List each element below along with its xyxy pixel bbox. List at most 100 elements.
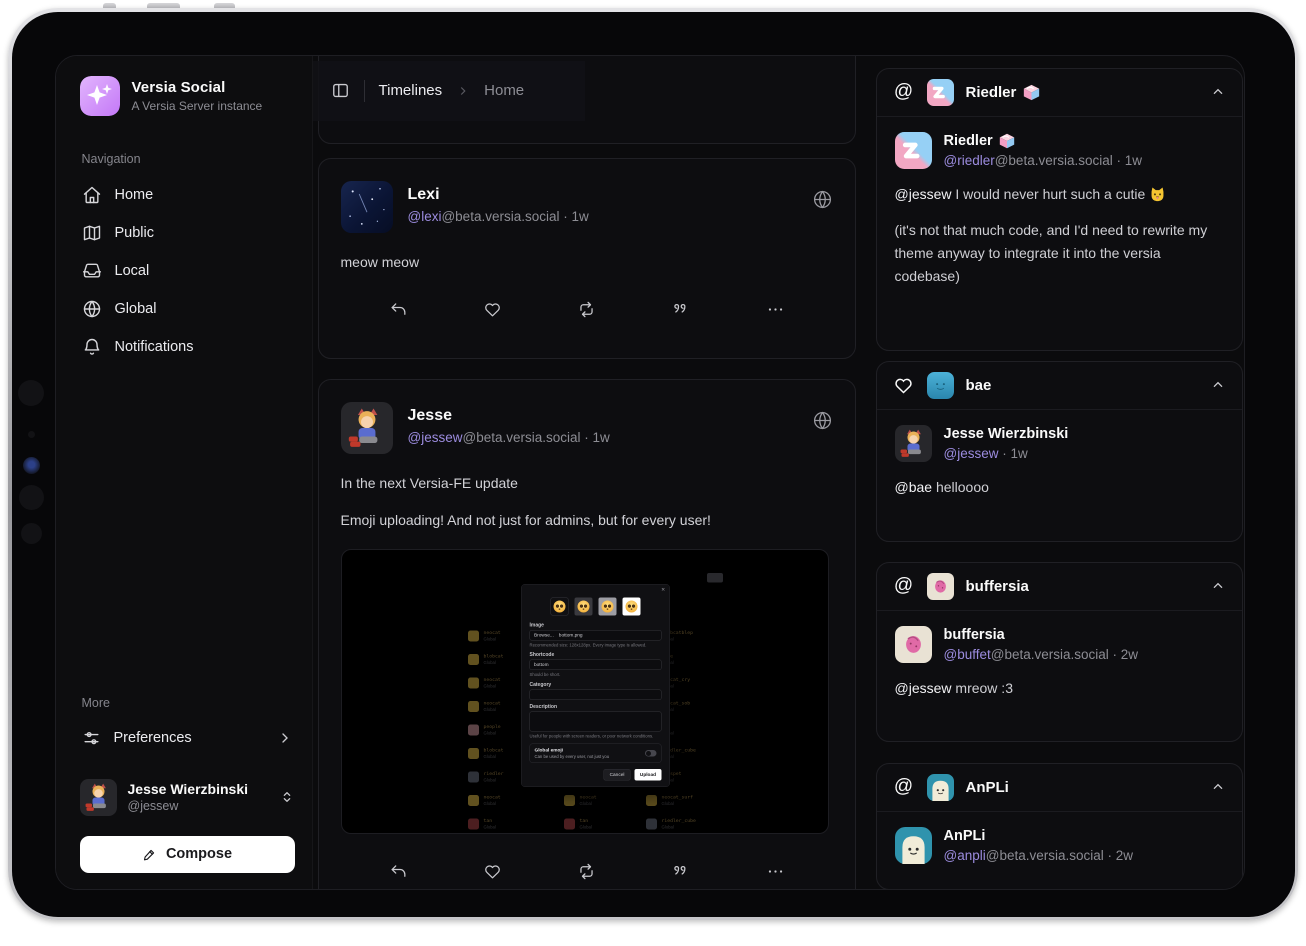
- bell-icon: [82, 337, 102, 357]
- global-emoji-setting: Global emoji Can be used by every user, …: [529, 744, 661, 764]
- breadcrumb-current: Home: [484, 82, 524, 99]
- emoji-table-row: neocatGlobal: [564, 789, 647, 813]
- category-input: [529, 690, 661, 701]
- visibility-globe-icon: [812, 189, 833, 210]
- cube-emoji: [1023, 84, 1040, 101]
- description-textarea: [529, 712, 661, 732]
- avatar: [927, 79, 954, 106]
- toggle-label: Global emoji: [534, 748, 645, 754]
- app-title: Versia Social: [132, 79, 263, 96]
- reply-button[interactable]: [385, 296, 412, 323]
- boost-button[interactable]: [573, 858, 600, 885]
- dock-app-icon[interactable]: [18, 380, 44, 406]
- panel-left-toggle-icon[interactable]: [331, 81, 350, 100]
- field-label: Shortcode: [529, 652, 661, 658]
- collapse-chevron-icon[interactable]: [1210, 779, 1226, 795]
- compose-button[interactable]: Compose: [80, 836, 295, 873]
- sidebar-item-preferences[interactable]: Preferences: [80, 720, 295, 757]
- sidebar-more-section: More Preferences Jesse Wierzbinski @jess…: [80, 696, 295, 873]
- post-author-domain: @beta.versia.social · 1w: [462, 430, 609, 445]
- notification-user-handle[interactable]: @jessew: [944, 446, 999, 461]
- emoji-table-row: tanGlobal: [564, 812, 647, 834]
- emoji-upload-dialog: × Image Browse...bottom.png: [521, 584, 670, 787]
- sidebar-item-global[interactable]: Global: [80, 290, 295, 328]
- notification-user-name[interactable]: Riedler: [944, 133, 993, 149]
- dock-app-icon[interactable]: [19, 485, 44, 510]
- avatar[interactable]: [341, 402, 393, 454]
- emoji-table-row: tanGlobal: [468, 812, 551, 834]
- chevron-right-icon: [277, 730, 293, 746]
- like-button[interactable]: [479, 858, 506, 885]
- like-button[interactable]: [479, 296, 506, 323]
- sidebar-item-local[interactable]: Local: [80, 252, 295, 290]
- divider: [364, 80, 365, 102]
- screenshot-button-blur: [707, 573, 723, 583]
- breadcrumb-root[interactable]: Timelines: [379, 82, 443, 99]
- mention-icon: @: [893, 575, 915, 597]
- notification-user-name[interactable]: buffersia: [944, 627, 1005, 643]
- current-user-name: Jesse Wierzbinski: [128, 781, 268, 797]
- cat-emoji: [1149, 185, 1166, 202]
- map-icon: [82, 223, 102, 243]
- notification-content: (it's not that much code, and I'd need t…: [895, 219, 1224, 287]
- notification-header[interactable]: @ Riedler: [877, 69, 1242, 117]
- versia-app-window: Versia Social A Versia Server instance N…: [55, 55, 1245, 890]
- post-author-handle[interactable]: @lexi: [408, 209, 442, 224]
- notification-user-name[interactable]: Jesse Wierzbinski: [944, 426, 1069, 442]
- avatar[interactable]: [895, 425, 932, 462]
- notification-title: Riedler: [966, 84, 1017, 101]
- notification-header[interactable]: bae: [877, 362, 1242, 410]
- cancel-button: Cancel: [603, 769, 630, 781]
- quote-button[interactable]: [667, 858, 694, 885]
- avatar[interactable]: [895, 132, 932, 169]
- dock-app-icon[interactable]: [23, 457, 40, 474]
- post-author-name[interactable]: Jesse: [408, 407, 797, 425]
- notification-user-handle[interactable]: @riedler: [944, 153, 995, 168]
- notification-header[interactable]: @ buffersia: [877, 563, 1242, 611]
- toggle-hint: Can be used by every user, not just you: [534, 754, 645, 759]
- sidebar-item-notifications[interactable]: Notifications: [80, 328, 295, 366]
- post-author-handle[interactable]: @jessew: [408, 430, 463, 445]
- collapse-chevron-icon[interactable]: [1210, 377, 1226, 393]
- avatar[interactable]: [341, 181, 393, 233]
- quote-button[interactable]: [667, 296, 694, 323]
- tablet-frame: Versia Social A Versia Server instance N…: [8, 8, 1298, 920]
- account-switcher[interactable]: Jesse Wierzbinski @jessew: [80, 779, 295, 816]
- dock-app-icon[interactable]: [28, 431, 35, 438]
- collapse-chevron-icon[interactable]: [1210, 578, 1226, 594]
- notification-content: @jessew mreow :3: [895, 677, 1224, 700]
- sidebar-item-label: Public: [115, 225, 155, 241]
- sidebar-item-public[interactable]: Public: [80, 214, 295, 252]
- post-attachment-image[interactable]: neocatGlobalblobcatGlobalneocatGlobalneo…: [341, 549, 829, 834]
- cube-emoji: [999, 133, 1015, 149]
- avatar[interactable]: [895, 827, 932, 864]
- screenshot-content: neocatGlobalblobcatGlobalneocatGlobalneo…: [342, 550, 829, 834]
- emoji-preview-white: [622, 598, 640, 616]
- notification-card: @ AnPLi AnPLi @anpli@beta.versia.social …: [876, 763, 1243, 890]
- emoji-table-row: neocat_surfGlobal: [646, 789, 729, 813]
- field-hint: Should be short.: [529, 672, 661, 678]
- notification-user-name[interactable]: AnPLi: [944, 828, 986, 844]
- server-identity[interactable]: Versia Social A Versia Server instance: [80, 76, 295, 116]
- post-content: Emoji uploading! And not just for admins…: [341, 510, 833, 530]
- notification-user-handle[interactable]: @buffet: [944, 647, 991, 662]
- emoji-preview-light: [598, 598, 616, 616]
- avatar: [927, 774, 954, 801]
- dock-app-icon[interactable]: [21, 523, 42, 544]
- chevron-right-icon: [456, 84, 470, 98]
- notification-user-handle[interactable]: @anpli: [944, 848, 986, 863]
- emoji-table-row: neocatGlobal: [468, 789, 551, 813]
- avatar[interactable]: [895, 626, 932, 663]
- more-options-button[interactable]: [762, 296, 789, 323]
- post-author-name[interactable]: Lexi: [408, 186, 797, 204]
- notification-header[interactable]: @ AnPLi: [877, 764, 1242, 812]
- more-options-button[interactable]: [762, 858, 789, 885]
- sidebar-item-home[interactable]: Home: [80, 176, 295, 214]
- collapse-chevron-icon[interactable]: [1210, 84, 1226, 100]
- notification-card: bae Jesse Wierzbinski @jessew · 1w: [876, 361, 1243, 542]
- boost-button[interactable]: [573, 296, 600, 323]
- notification-title: AnPLi: [966, 779, 1009, 796]
- notification-title: bae: [966, 377, 992, 394]
- reply-button[interactable]: [385, 858, 412, 885]
- inbox-icon: [82, 261, 102, 281]
